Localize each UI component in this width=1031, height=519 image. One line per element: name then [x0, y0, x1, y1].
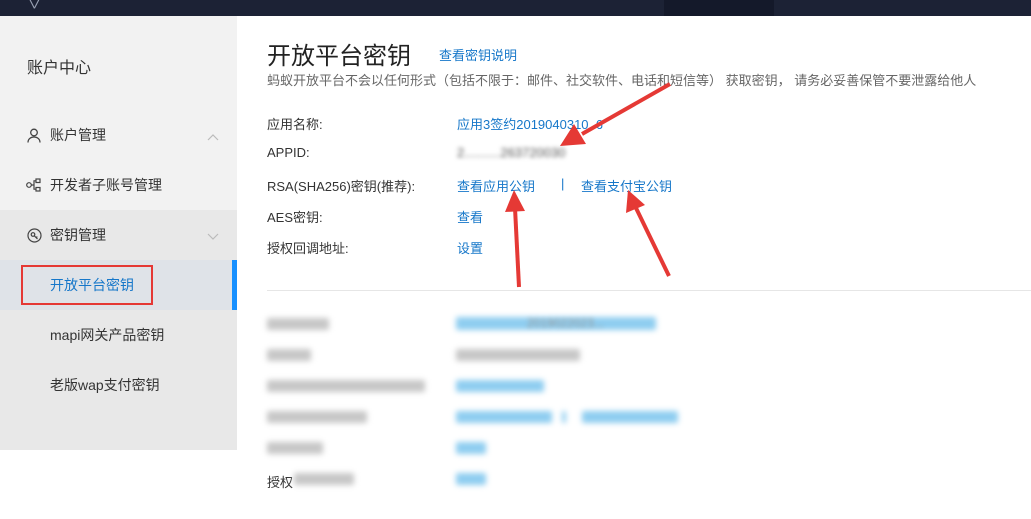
view-app-public-key-link[interactable]: 查看应用公钥: [457, 176, 535, 195]
sidebar-item-label: 开发者子账号管理: [50, 177, 162, 193]
sidebar-group-label: 账户管理: [50, 127, 106, 143]
page-title: 开放平台密钥: [267, 43, 411, 70]
callback-url-label: 授权回调地址:: [267, 241, 349, 256]
set-callback-url-link[interactable]: 设置: [457, 238, 483, 257]
blurred-label: [294, 473, 354, 485]
chevron-down-icon[interactable]: [207, 228, 219, 244]
blurred-label: [267, 349, 311, 361]
sidebar-item-wap-key[interactable]: 老版wap支付密钥: [0, 360, 237, 410]
red-highlight-box: [21, 265, 153, 305]
blurred-row-label-prefix: 授权: [267, 475, 294, 490]
sidebar-filler: [0, 410, 237, 450]
blurred-link: [582, 411, 678, 423]
blurred-link: [456, 473, 486, 485]
blurred-label: [267, 380, 425, 392]
blurred-value: [456, 349, 580, 361]
top-bar: ╲╱: [0, 0, 1031, 16]
appid-value: 2..........263720030: [457, 145, 566, 160]
view-alipay-public-key-link[interactable]: 查看支付宝公钥: [581, 176, 672, 195]
sidebar-item-mapi-key[interactable]: mapi网关产品密钥: [0, 310, 237, 360]
link-separator: |: [561, 176, 565, 191]
app-name-label: 应用名称:: [267, 117, 323, 132]
blurred-link: [456, 380, 544, 392]
top-bar-dark-segment: [664, 0, 774, 16]
org-tree-icon: [26, 177, 42, 193]
chevron-up-icon[interactable]: [207, 128, 219, 144]
blurred-label: [267, 411, 367, 423]
sidebar-group-account[interactable]: 账户管理: [0, 110, 237, 160]
user-icon: [26, 127, 42, 143]
blurred-link: [456, 411, 552, 423]
appid-label: APPID:: [267, 145, 310, 160]
sidebar-group-key-management[interactable]: 密钥管理: [0, 210, 237, 260]
selected-indicator: [232, 260, 237, 310]
aes-key-label: AES密钥:: [267, 210, 323, 225]
sidebar-item-label: mapi网关产品密钥: [50, 327, 165, 343]
logo-icon[interactable]: ╲╱: [26, 0, 48, 8]
key-explanation-link[interactable]: 查看密钥说明: [439, 45, 517, 64]
rsa-key-label: RSA(SHA256)密钥(推荐):: [267, 179, 416, 194]
sidebar-item-label: 老版wap支付密钥: [50, 377, 160, 393]
view-aes-key-link[interactable]: 查看: [457, 207, 483, 226]
blurred-label: [267, 318, 329, 330]
app-name-link[interactable]: 应用3签约2019040310..6: [457, 114, 603, 133]
sidebar-title: 账户中心: [27, 60, 92, 77]
blurred-link: [456, 442, 486, 454]
sidebar-group-label: 密钥管理: [50, 227, 106, 243]
blurred-label: [267, 442, 323, 454]
blurred-value-tail: 2019022023...: [527, 316, 604, 330]
section-divider: [267, 290, 1031, 291]
sidebar-item-developer-subaccount[interactable]: 开发者子账号管理: [0, 160, 237, 210]
key-icon: [26, 227, 42, 243]
security-notice: 蚂蚁开放平台不会以任何形式（包括不限于：邮件、社交软件、电话和短信等） 获取密钥…: [267, 73, 977, 88]
blurred-separator: [562, 411, 566, 423]
